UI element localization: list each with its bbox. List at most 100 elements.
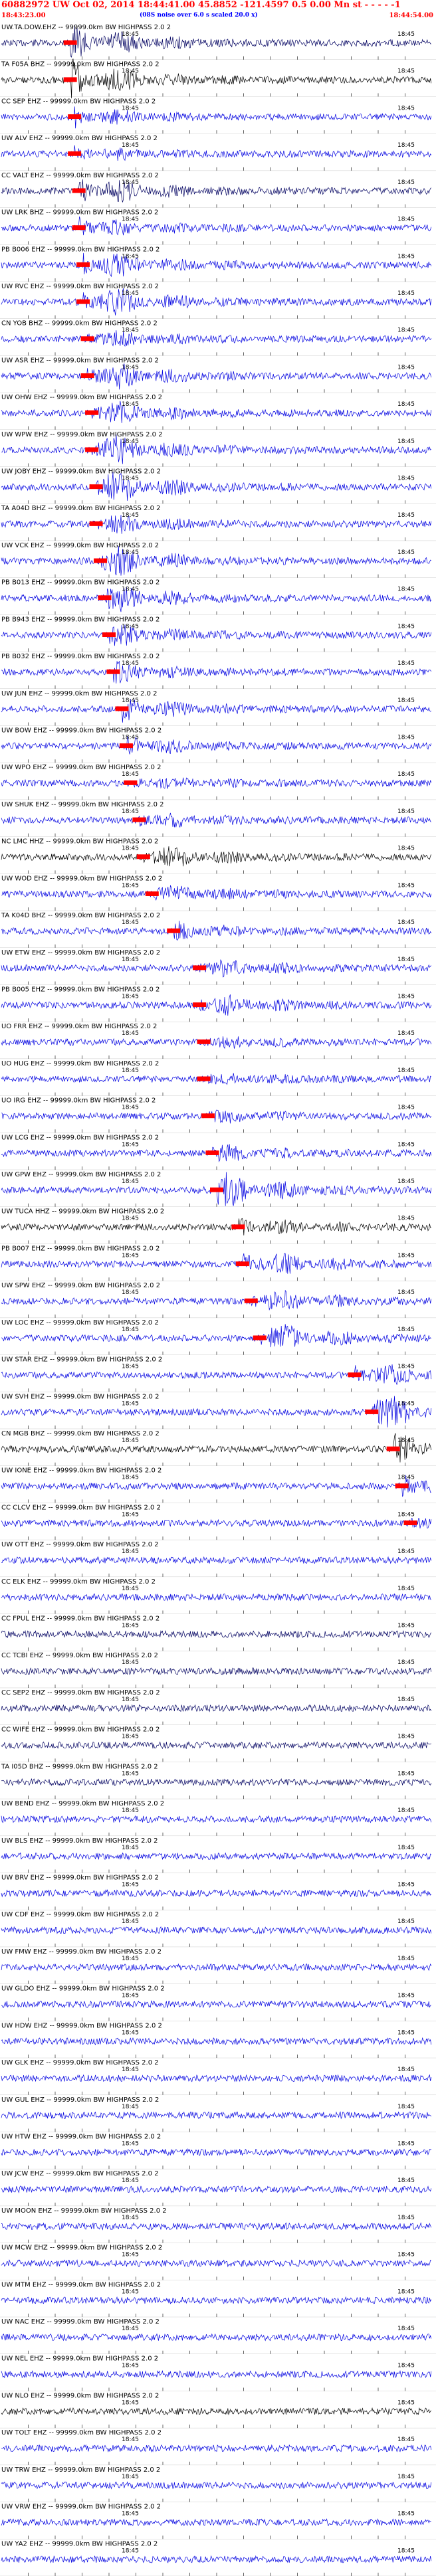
time-label: 18:45 xyxy=(122,1511,139,1518)
waveform xyxy=(1,1073,432,1085)
trace-label: PB B007 EHZ -- 99999.0km BW HIGHPASS 2.0… xyxy=(1,1245,160,1252)
time-label: 18:45 xyxy=(122,919,139,926)
time-label: 18:45 xyxy=(122,105,139,112)
pick-marker xyxy=(89,521,103,526)
time-label: 18:45 xyxy=(122,2067,139,2073)
time-label: 18:45 xyxy=(397,327,415,334)
waveform xyxy=(1,1667,432,1676)
time-label: 18:45 xyxy=(397,1178,415,1185)
time-label: 18:45 xyxy=(397,179,415,186)
pick-marker xyxy=(348,1372,362,1378)
time-label: 18:45 xyxy=(122,1475,139,1481)
time-label: 18:45 xyxy=(122,2215,139,2221)
trace-label: PB B032 EHZ -- 99999.0km BW HIGHPASS 2.0… xyxy=(1,653,160,660)
time-label: 18:45 xyxy=(397,808,415,815)
time-label: 18:45 xyxy=(122,1327,139,1333)
time-label: 18:45 xyxy=(397,253,415,260)
time-label: 18:45 xyxy=(397,2474,415,2480)
pick-marker xyxy=(132,817,146,822)
pick-marker xyxy=(68,114,82,120)
time-label: 18:45 xyxy=(122,587,139,593)
time-label: 18:45 xyxy=(122,1437,139,1444)
time-label: 18:45 xyxy=(397,142,415,149)
time-label: 18:45 xyxy=(397,846,415,852)
time-label: 18:45 xyxy=(122,2326,139,2332)
pick-marker xyxy=(63,77,77,82)
time-label: 18:45 xyxy=(397,734,415,741)
time-label: 18:45 xyxy=(397,2437,415,2443)
time-label: 18:45 xyxy=(397,957,415,963)
time-label: 18:45 xyxy=(122,1178,139,1185)
waveform xyxy=(1,1324,432,1348)
time-label: 18:45 xyxy=(397,1141,415,1148)
time-label: 18:45 xyxy=(397,993,415,1000)
time-label: 18:45 xyxy=(397,1327,415,1333)
time-label: 18:45 xyxy=(122,2399,139,2406)
pick-marker xyxy=(197,1076,211,1081)
trace-label: UW MOON EHZ -- 99999.0km BW HIGHPASS 2.0… xyxy=(1,2207,167,2215)
waveform xyxy=(1,2518,431,2527)
time-label: 18:45 xyxy=(122,290,139,297)
time-label: 18:45 xyxy=(122,1845,139,1851)
trace-label: UW ASR EHZ -- 99999.0km BW HIGHPASS 2.0 … xyxy=(1,357,159,364)
waveform xyxy=(1,1433,432,1463)
time-label: 18:45 xyxy=(122,364,139,371)
time-label: 18:45 xyxy=(397,1770,415,1777)
waveform xyxy=(1,1218,431,1236)
pick-marker xyxy=(72,188,86,193)
time-label: 18:45 xyxy=(397,2177,415,2184)
waveform xyxy=(1,1036,432,1050)
time-label: 18:45 xyxy=(122,1252,139,1259)
time-label: 18:45 xyxy=(122,1882,139,1888)
trace-label: CC TCBI EHZ -- 99999.0km BW HIGHPASS 2.0… xyxy=(1,1652,158,1659)
time-label: 18:45 xyxy=(397,364,415,371)
time-label: 18:45 xyxy=(397,2067,415,2073)
trace-label: UW TUCA HHZ -- 99999.0km BW HIGHPASS 2.0… xyxy=(1,1208,164,1216)
trace-label: CC FPUL EHZ -- 99999.0km BW HIGHPASS 2.0… xyxy=(1,1615,160,1623)
time-label: 18:45 xyxy=(122,2177,139,2184)
waveform xyxy=(1,1475,431,1497)
trace-label: TA K04D BHZ -- 99999.0km BW HIGHPASS 2.0… xyxy=(1,912,160,919)
time-label: 18:45 xyxy=(122,2288,139,2295)
trace-label: UW OHW EHZ -- 99999.0km BW HIGHPASS 2.0 … xyxy=(1,394,162,401)
time-label: 18:45 xyxy=(397,697,415,704)
trace-label: UW LOC EHZ -- 99999.0km BW HIGHPASS 2.0 … xyxy=(1,1319,159,1327)
pick-marker xyxy=(124,780,138,785)
pick-marker xyxy=(193,965,207,970)
trace-label: UW SVH EHZ -- 99999.0km BW HIGHPASS 2.0 … xyxy=(1,1393,159,1400)
time-label: 18:45 xyxy=(397,1252,415,1259)
event-title: 60882972 UW Oct 02, 2014 18:44:41.00 45.… xyxy=(1,0,401,10)
trace-label: UW NLO EHZ -- 99999.0km BW HIGHPASS 2.0 … xyxy=(1,2392,159,2399)
waveform xyxy=(1,994,432,1016)
trace-label: UW JOBY EHZ -- 99999.0km BW HIGHPASS 2.0… xyxy=(1,468,161,476)
trace-label: UW VCK EHZ -- 99999.0km BW HIGHPASS 2.0 … xyxy=(1,542,159,549)
pick-marker xyxy=(89,484,103,490)
time-label: 18:45 xyxy=(397,2104,415,2110)
pick-marker xyxy=(80,373,94,379)
waveform xyxy=(1,1253,432,1274)
seismogram-plot: UW.TA.DOW.EHZ -- 99999.0km BW HIGHPASS 2… xyxy=(0,24,436,2576)
trace-label: UW BEND EHZ -- 99999.0km BW HIGHPASS 2.0… xyxy=(1,1800,164,1807)
trace-label: CC SEP EHZ -- 99999.0km BW HIGHPASS 2.0 … xyxy=(1,98,156,105)
time-label: 18:45 xyxy=(397,1437,415,1444)
trace-label: UW LRK BHZ -- 99999.0km BW HIGHPASS 2.0 … xyxy=(1,209,158,217)
waveform xyxy=(1,2185,432,2194)
pick-marker xyxy=(80,336,94,341)
time-label: 18:45 xyxy=(397,1475,415,1481)
time-label: 18:45 xyxy=(397,2288,415,2295)
trace-label: UW BRV EHZ -- 99999.0km BW HIGHPASS 2.0 … xyxy=(1,1875,159,1882)
trace-label: UO FRR EHZ -- 99999.0km BW HIGHPASS 2.0 … xyxy=(1,1023,157,1030)
time-label: 18:45 xyxy=(397,1697,415,1703)
time-label: 18:45 xyxy=(122,2547,139,2554)
time-label: 18:45 xyxy=(397,1364,415,1370)
pick-marker xyxy=(115,706,129,711)
time-label: 18:45 xyxy=(397,2511,415,2518)
time-label: 18:45 xyxy=(122,2029,139,2036)
trace-label: TA I05D BHZ -- 99999.0km BW HIGHPASS 2.0… xyxy=(1,1763,158,1770)
trace-label: UW WPW EHZ -- 99999.0km BW HIGHPASS 2.0 … xyxy=(1,431,163,438)
waveform xyxy=(1,2296,432,2305)
time-label: 18:45 xyxy=(397,290,415,297)
waveform xyxy=(1,2333,432,2342)
time-label: 18:45 xyxy=(397,512,415,519)
time-label: 18:45 xyxy=(122,1659,139,1666)
